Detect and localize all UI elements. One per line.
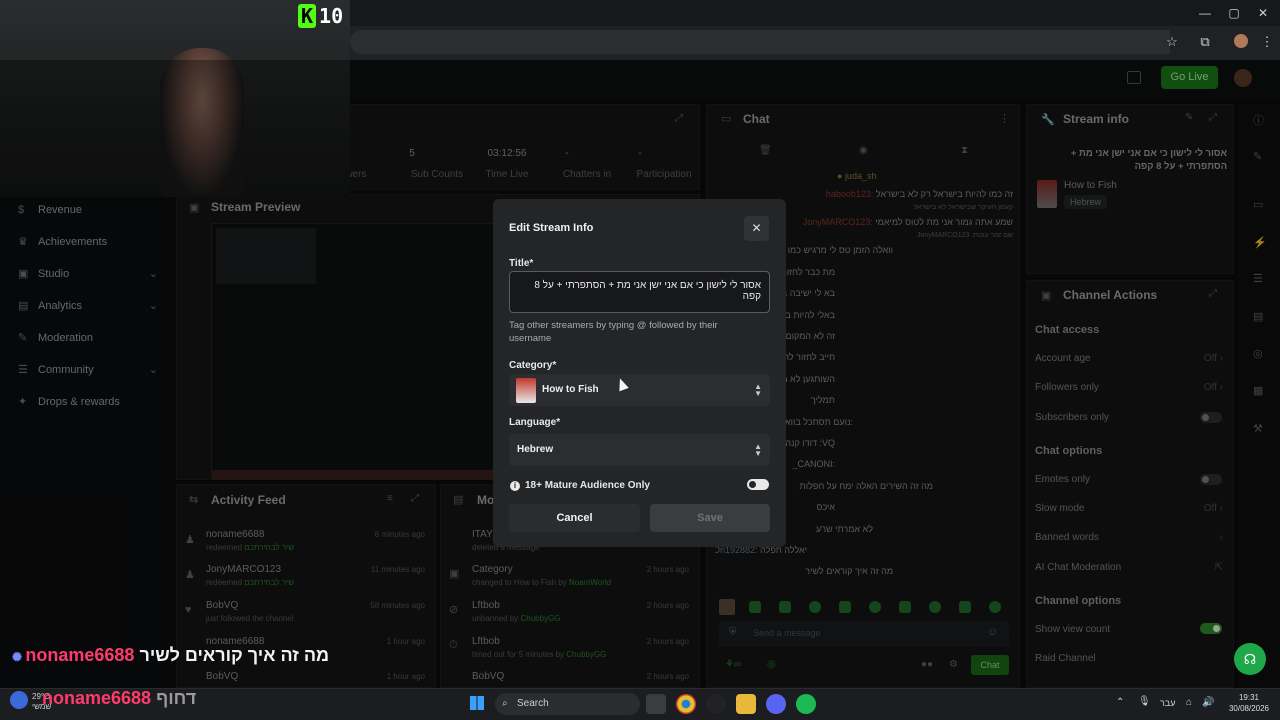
microphone-icon[interactable]: 🎙 [1138, 696, 1151, 707]
task-view-icon[interactable] [646, 694, 666, 714]
logo-number: 10 [319, 4, 344, 28]
language-indicator[interactable]: עבר [1160, 698, 1175, 708]
title-input[interactable]: אסור לי לישון כי אם אני ישן אני מת + הסת… [509, 271, 770, 313]
file-explorer-icon[interactable] [736, 694, 756, 714]
extensions-icon[interactable]: ⧉ [1196, 34, 1214, 50]
windows-start-icon[interactable] [470, 696, 484, 710]
subtitle-line-2: noname6688 דחוף [12, 688, 196, 709]
mature-audience-row: i 18+ Mature Audience Only [509, 479, 770, 493]
close-icon: ✕ [751, 221, 762, 235]
edit-stream-info-modal: Edit Stream Info ✕ Title* אסור לי לישון … [493, 199, 786, 547]
subtitle-user: noname6688 [42, 688, 152, 708]
minimize-button[interactable]: — [1190, 4, 1220, 22]
title-label: Title* [509, 258, 534, 269]
mature-label: 18+ Mature Audience Only [525, 480, 650, 491]
spotify-icon[interactable] [796, 694, 816, 714]
subtitle-user: noname6688 [25, 645, 135, 665]
category-select[interactable]: How to Fish ▲ ▼ [509, 374, 770, 406]
modal-title: Edit Stream Info [509, 222, 594, 234]
search-placeholder: Search [517, 698, 549, 709]
maximize-button[interactable]: ▢ [1219, 4, 1249, 22]
save-button[interactable]: Save [650, 504, 770, 532]
address-bar[interactable] [350, 30, 1170, 54]
subtitle-message: דחוף [156, 688, 197, 708]
kick-badge-icon: ✺ [12, 650, 26, 664]
browser-titlebar [350, 0, 1280, 26]
volume-icon[interactable]: 🔊 [1202, 697, 1214, 708]
category-thumbnail [516, 378, 536, 403]
close-window-button[interactable]: ✕ [1248, 4, 1278, 22]
clock-time: 19:31 [1238, 693, 1260, 702]
language-value: Hebrew [517, 444, 554, 455]
tray-expand-icon[interactable]: ⌃ [1116, 697, 1124, 708]
close-modal-button[interactable]: ✕ [744, 216, 769, 241]
channel-logo: K 10 [298, 4, 343, 28]
taskbar-search[interactable]: ⌕ Search [495, 693, 640, 715]
bookmark-star-icon[interactable]: ☆ [1163, 34, 1181, 50]
network-icon[interactable]: ⌂ [1186, 697, 1192, 708]
profile-avatar[interactable] [1234, 34, 1248, 48]
kick-logo-icon: K [298, 4, 317, 28]
subtitle-message: מה זה איך קוראים לשיר [139, 645, 330, 665]
language-label: Language* [509, 417, 561, 428]
subtitle-line-1: ✺ noname6688 מה זה איך קוראים לשיר [12, 645, 329, 666]
chrome-icon[interactable] [676, 694, 696, 714]
headset-icon: ☊ [1243, 651, 1257, 667]
github-icon[interactable] [706, 694, 726, 714]
toggle-knob [749, 481, 756, 488]
clock-date: 30/08/2026 [1228, 704, 1270, 713]
mature-toggle[interactable] [747, 479, 769, 490]
select-arrows-icon: ▲ ▼ [754, 442, 762, 458]
discord-icon[interactable] [766, 694, 786, 714]
tag-hint-text: Tag other streamers by typing @ followed… [509, 320, 718, 344]
help-chat-button[interactable]: ☊ [1234, 643, 1266, 675]
language-select[interactable]: Hebrew ▲ ▼ [509, 434, 770, 466]
browser-menu-icon[interactable]: ⋮ [1258, 34, 1276, 50]
select-arrows-icon: ▲ ▼ [754, 382, 762, 398]
info-icon: i [510, 481, 520, 491]
category-label: Category* [509, 360, 557, 371]
search-icon: ⌕ [502, 698, 508, 709]
taskbar-clock[interactable]: 19:31 30/08/2026 [1224, 692, 1274, 714]
category-value: How to Fish [542, 384, 599, 395]
cancel-button[interactable]: Cancel [509, 504, 640, 532]
